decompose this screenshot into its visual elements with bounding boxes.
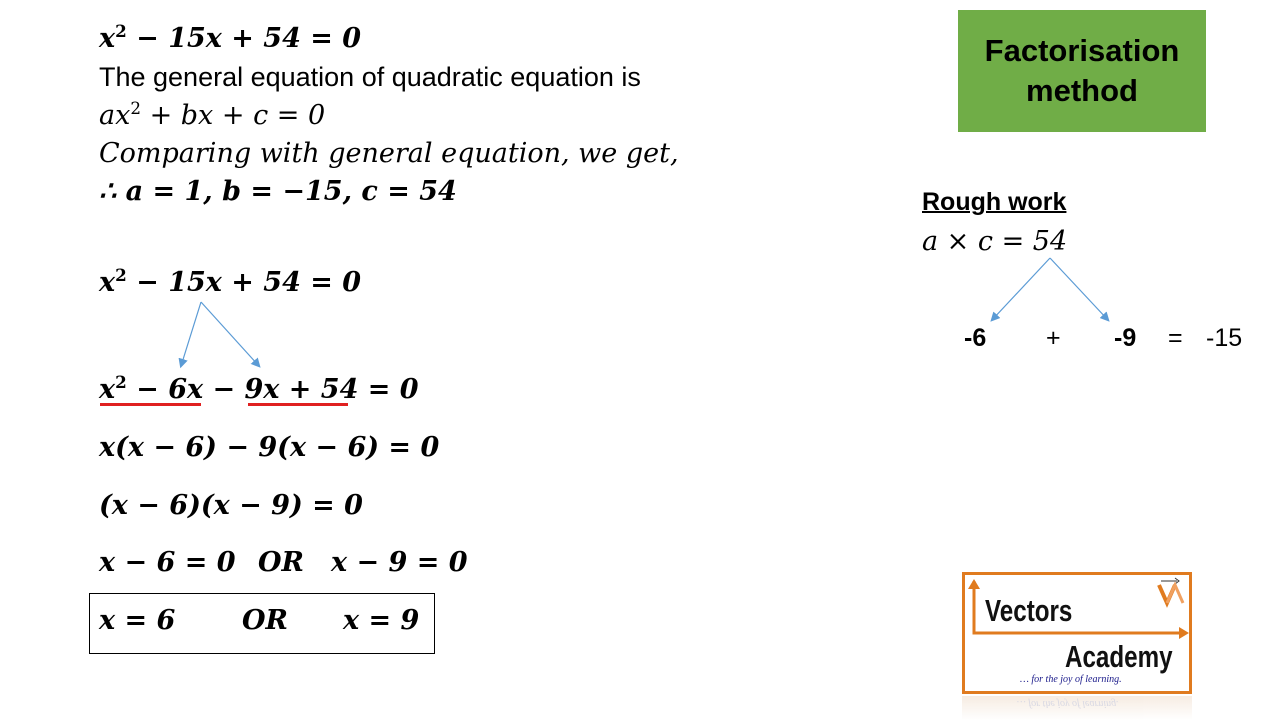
arrow-to-minus-9x xyxy=(200,301,261,368)
rough-work-equals: = xyxy=(1168,324,1183,352)
step-5-left: x − 6 = 0 xyxy=(99,547,236,578)
vectors-academy-logo: Vectors Academy … for the joy of learnin… xyxy=(962,572,1192,694)
method-title-line-1: Factorisation xyxy=(984,33,1180,68)
arrow-to-minus-6x xyxy=(178,301,202,369)
rough-work-factor-2: -9 xyxy=(1114,324,1137,352)
answer-right: x = 9 xyxy=(343,605,420,636)
step-4-equation: (x − 6)(x − 9) = 0 xyxy=(99,490,363,521)
logo-word-vectors: Vectors xyxy=(985,593,1073,628)
method-title-line-2: method xyxy=(1026,73,1138,108)
group-1-underline xyxy=(100,403,201,406)
answer-or: OR xyxy=(242,605,288,636)
step-5-right: x − 9 = 0 xyxy=(331,547,468,578)
step-3-equation: x(x − 6) − 9(x − 6) = 0 xyxy=(99,432,440,463)
rough-work-title: Rough work xyxy=(922,188,1067,216)
answer-left: x = 6 xyxy=(99,605,176,636)
rough-work-factor-1: -6 xyxy=(964,324,987,352)
rough-work-product: a × c = 54 xyxy=(922,226,1068,257)
group-2-underline xyxy=(248,403,348,406)
rough-work-plus: + xyxy=(1046,324,1061,352)
logo-tagline: … for the joy of learning. xyxy=(1020,674,1122,685)
step-5-or: OR xyxy=(258,547,304,578)
logo-word-academy: Academy xyxy=(1065,639,1173,674)
arrow-to-factor-2 xyxy=(1049,257,1110,322)
step-2-equation: x2 − 6x − 9x + 54 = 0 xyxy=(99,371,419,405)
arrow-to-factor-1 xyxy=(990,257,1051,322)
logo-reflection: … for the joy of learning. xyxy=(962,696,1192,720)
method-title-box: Factorisation method xyxy=(958,10,1206,132)
logo-reflection-tagline: … for the joy of learning. xyxy=(1017,698,1119,709)
rough-work-sum: -15 xyxy=(1206,324,1243,352)
